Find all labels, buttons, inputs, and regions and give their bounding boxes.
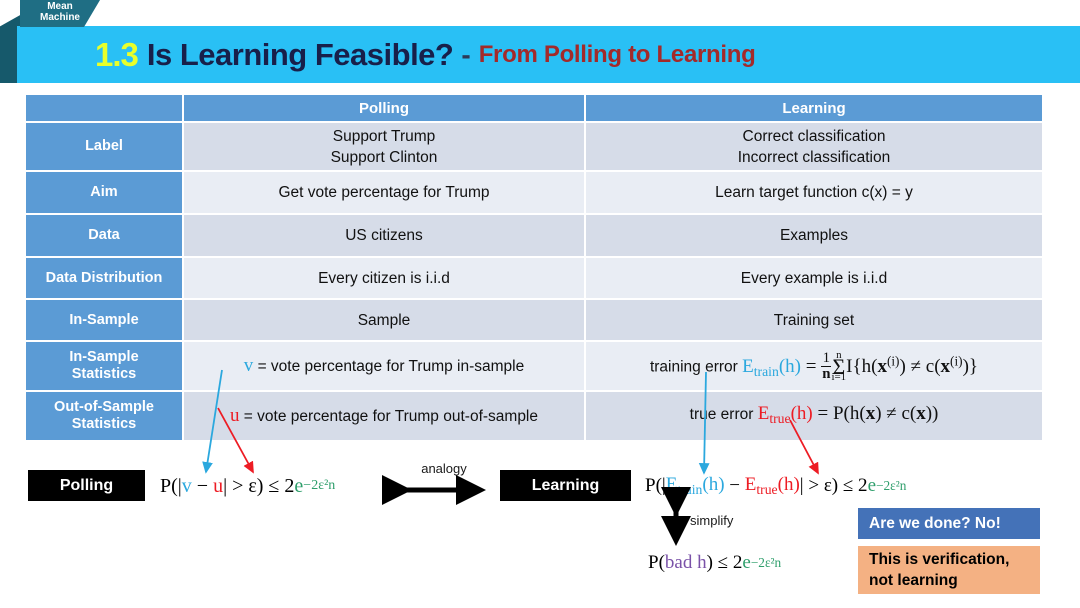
label-true-error: true error [689, 406, 754, 424]
cell-polling-distribution: Every citizen is i.i.d [184, 258, 584, 298]
header-cell-polling: Polling [184, 95, 584, 121]
row-label-label: Label [26, 123, 182, 170]
cell-learning-out-of-sample-statistics: true error Etrue(h) = P(h(x) ≠ c(x)) [586, 392, 1042, 440]
table-header-row: Polling Learning [26, 95, 1042, 121]
cell-learning-distribution: Every example is i.i.d [586, 258, 1042, 298]
header-cell-learning: Learning [586, 95, 1042, 121]
polling-inequality-formula: P (| v − u | > ε) ≤ 2 e −2ε²n [160, 474, 336, 497]
text-v-definition: = vote percentage for Trump in-sample [257, 358, 525, 375]
formula-exponent: −2ε²n [876, 478, 907, 493]
row-label-aim: Aim [26, 172, 182, 213]
row-label-data-distribution: Data Distribution [26, 258, 182, 298]
row-label-out-of-sample-statistics: Out-of-Sample Statistics [26, 392, 182, 440]
logo-text: Mean Machine [39, 1, 80, 23]
simplify-label: simplify [690, 513, 734, 528]
cell-learning-aim: Learn target function c(x) = y [586, 172, 1042, 213]
polling-vs-learning-table: Polling Learning Label Support Trump Sup… [24, 93, 1044, 442]
cell-polling-out-of-sample-statistics: u = vote percentage for Trump out-of-sam… [184, 392, 584, 440]
title-dash: - [461, 39, 471, 70]
learning-inequality-formula: P (| Etrain(h) − Etrue(h) | > ε) ≤ 2 e −2ε²n [645, 474, 907, 497]
cell-polling-data: US citizens [184, 215, 584, 256]
formula-symbol-u: u [213, 474, 224, 497]
cell-learning-in-sample-statistics: training error Etrain(h) = 1 n n Σi=1 I{h(x(… [586, 342, 1042, 390]
row-label-data: Data [26, 215, 182, 256]
cell-learning-label: Correct classification Incorrect classif… [586, 123, 1042, 170]
cell-polling-in-sample: Sample [184, 300, 584, 340]
formula-exp-base: e [294, 474, 304, 497]
cell-polling-label: Support Trump Support Clinton [184, 123, 584, 170]
formula-bad-h: bad h [664, 552, 707, 573]
cell-learning-data: Examples [586, 215, 1042, 256]
text-u-definition: = vote percentage for Trump out-of-sampl… [243, 408, 539, 425]
table-row: Data Distribution Every citizen is i.i.d… [26, 258, 1042, 298]
symbol-e-train: Etrain [742, 355, 779, 379]
symbol-e-true: Etrue [757, 403, 791, 426]
logo-front-face [17, 26, 85, 83]
title-subtitle: From Polling to Learning [478, 41, 756, 68]
slide-header: Mean Machine 1.3 Is Learning Feasible? -… [0, 0, 1080, 88]
header-cell-blank [26, 95, 182, 121]
title-main-text: Is Learning Feasible? [146, 37, 454, 72]
bottom-summary-area: Polling P (| v − u | > ε) ≤ 2 e −2ε²n analogy… [0, 450, 1080, 608]
page-title: 1.3 Is Learning Feasible? - From Polling… [95, 32, 756, 78]
fraction-one-over-n: 1n [821, 349, 832, 382]
analogy-label: analogy [421, 461, 467, 476]
row-label-in-sample-statistics: In-Sample Statistics [26, 342, 182, 390]
callout-verification-not-learning: This is verification, not learning [858, 546, 1040, 594]
row-label-in-sample: In-Sample [26, 300, 182, 340]
formula-symbol-v: v [181, 474, 192, 497]
formula-exponent: −2ε²n [303, 478, 336, 493]
table-row: Aim Get vote percentage for Trump Learn … [26, 172, 1042, 213]
table-row: Label Support Trump Support Clinton Corr… [26, 123, 1042, 170]
table-row: In-Sample Sample Training set [26, 300, 1042, 340]
formula-exp-base: e [742, 552, 751, 573]
formula-exp-base: e [867, 475, 876, 496]
table-row: Out-of-Sample Statistics u = vote percen… [26, 392, 1042, 440]
symbol-v: v [243, 355, 254, 376]
table-row: Data US citizens Examples [26, 215, 1042, 256]
table-row: In-Sample Statistics v = vote percentage… [26, 342, 1042, 390]
title-section-number: 1.3 [95, 36, 139, 73]
cell-learning-in-sample: Training set [586, 300, 1042, 340]
polling-tag: Polling [28, 470, 145, 501]
callout-are-we-done: Are we done? No! [858, 508, 1040, 539]
formula-symbol-e-train: Etrain(h) [665, 474, 725, 497]
cell-polling-aim: Get vote percentage for Trump [184, 172, 584, 213]
formula-exponent: −2ε²n [750, 555, 782, 570]
summation-symbol: n Σi=1 [831, 349, 847, 384]
mean-machine-logo: Mean Machine [0, 0, 100, 83]
label-training-error: training error [649, 358, 738, 376]
formula-symbol-e-true: Etrue(h) [744, 474, 800, 497]
learning-tag: Learning [500, 470, 631, 501]
cell-polling-in-sample-statistics: v = vote percentage for Trump in-sample [184, 342, 584, 390]
